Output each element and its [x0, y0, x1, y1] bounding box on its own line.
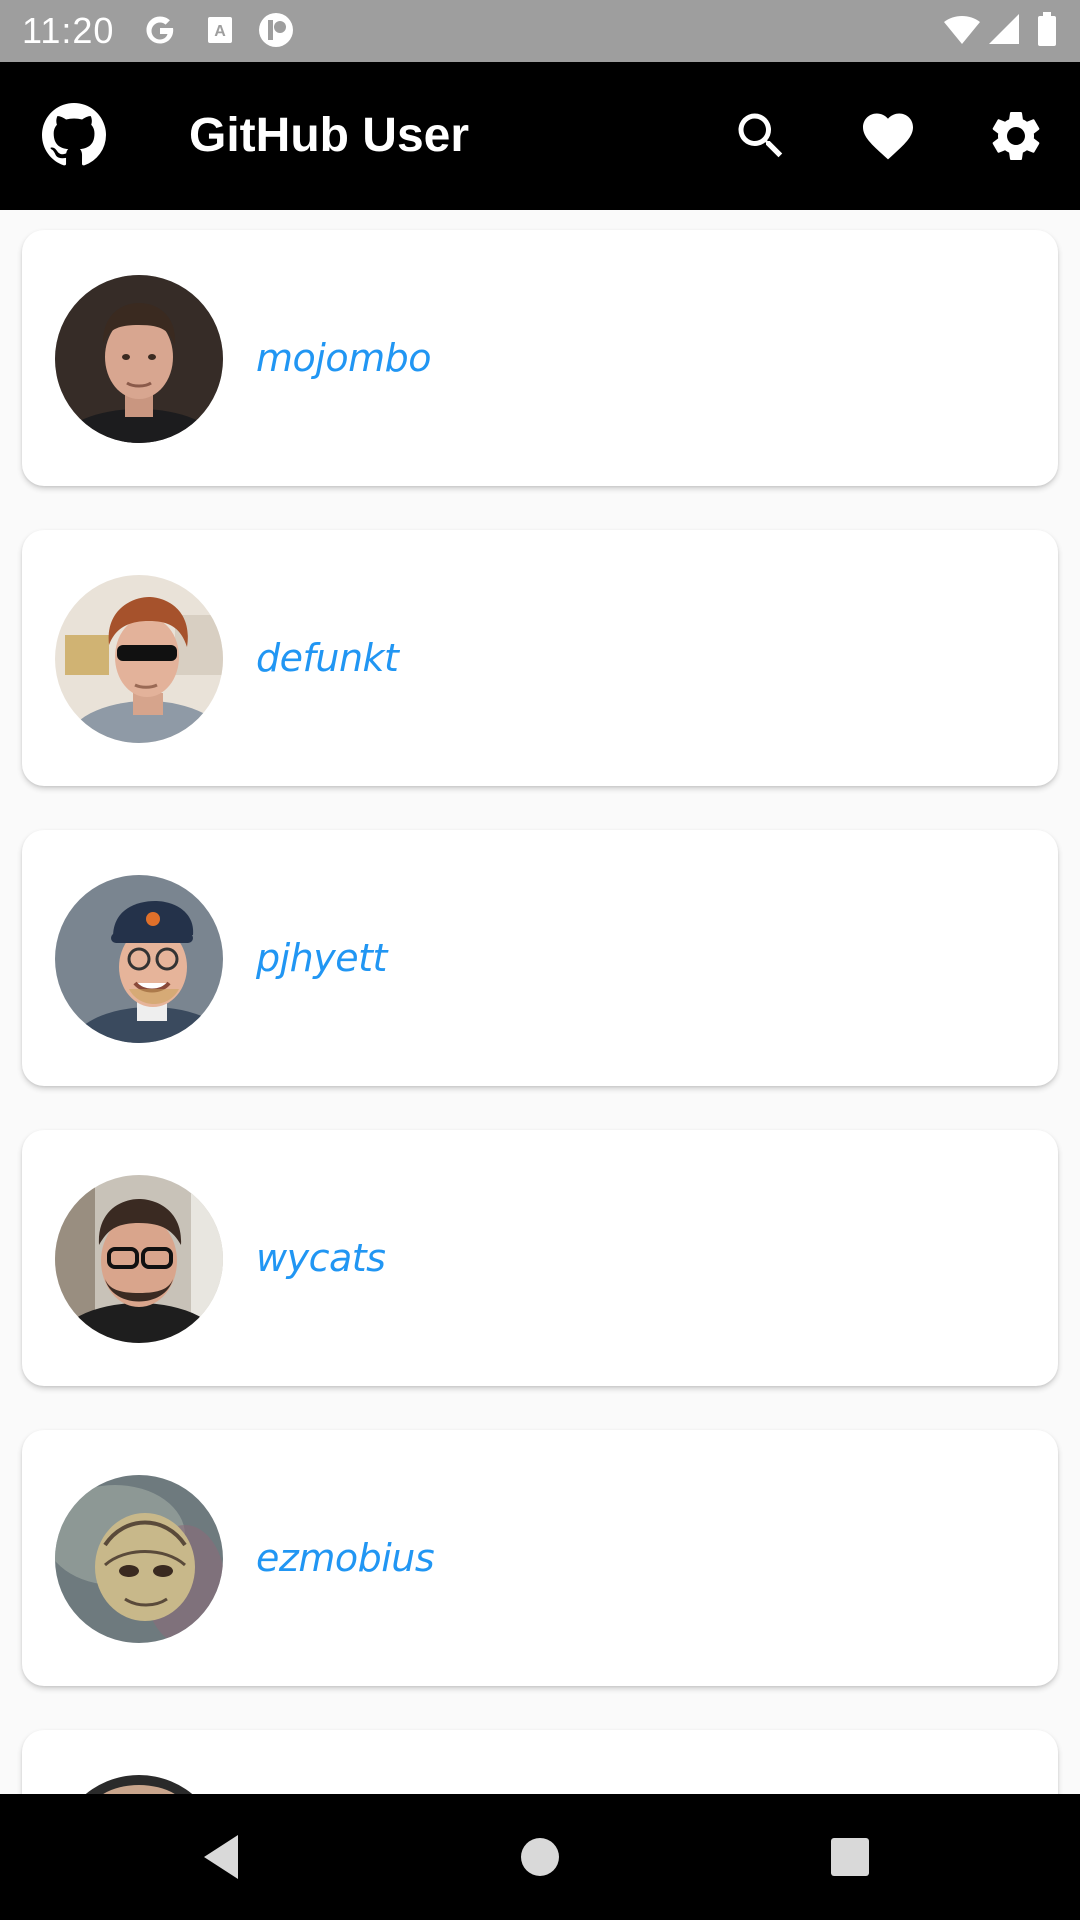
user-avatar	[55, 1775, 223, 1794]
system-nav-bar	[0, 1794, 1080, 1920]
text-badge-icon: A	[205, 10, 235, 50]
recents-square-icon[interactable]	[820, 1827, 880, 1887]
username: wycats	[256, 1236, 386, 1280]
github-logo-icon	[42, 103, 106, 167]
heart-icon[interactable]	[858, 106, 918, 166]
user-card[interactable]: wycats	[22, 1130, 1058, 1386]
app-title: GitHub User	[189, 109, 470, 162]
wifi-icon	[942, 10, 982, 50]
signal-icon	[985, 10, 1021, 50]
svg-text:A: A	[214, 23, 226, 40]
username: defunkt	[256, 636, 399, 680]
username: pjhyett	[256, 936, 387, 980]
user-avatar	[55, 275, 223, 443]
status-time: 11:20	[22, 10, 115, 51]
user-card[interactable]	[22, 1730, 1058, 1794]
user-card[interactable]: pjhyett	[22, 830, 1058, 1086]
user-avatar	[55, 1175, 223, 1343]
user-list[interactable]: mojombo defunkt pjhyett wycats ezmobius	[0, 210, 1080, 1794]
app-notification-icon	[256, 10, 296, 50]
home-circle-icon[interactable]	[510, 1827, 570, 1887]
user-card[interactable]: mojombo	[22, 230, 1058, 486]
settings-gear-icon[interactable]	[986, 106, 1046, 166]
status-bar: 11:20 A	[0, 0, 1080, 62]
user-avatar	[55, 875, 223, 1043]
user-avatar	[55, 575, 223, 743]
user-card[interactable]: defunkt	[22, 530, 1058, 786]
search-icon[interactable]	[731, 106, 791, 166]
back-triangle-icon[interactable]	[196, 1827, 256, 1887]
user-avatar	[55, 1475, 223, 1643]
user-card[interactable]: ezmobius	[22, 1430, 1058, 1686]
username: mojombo	[256, 336, 431, 380]
google-icon	[140, 10, 180, 50]
app-bar: GitHub User	[0, 62, 1080, 210]
username: ezmobius	[256, 1536, 435, 1580]
battery-icon	[1036, 10, 1058, 50]
